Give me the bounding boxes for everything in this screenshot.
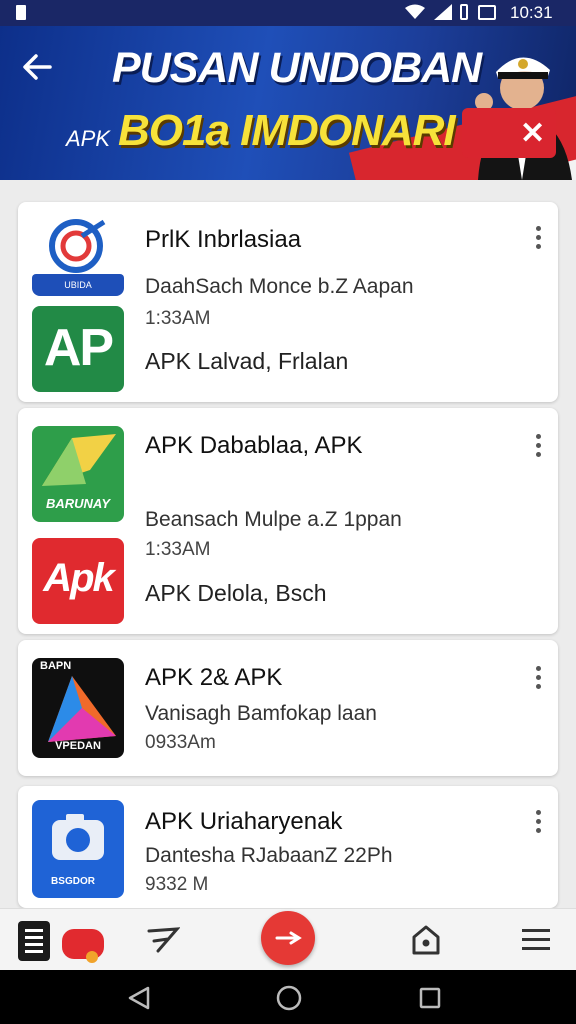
signal-icon: [434, 4, 452, 20]
app-card[interactable]: BSGDOR APK Uriaharyenak Dantesha RJabaan…: [18, 786, 558, 908]
red-app-icon[interactable]: [60, 925, 108, 965]
notification-icon: [16, 5, 26, 20]
banner-subtitle: BO1a IMDONARI: [118, 106, 456, 155]
system-nav-bar: [0, 970, 576, 1024]
app-subtitle: Beansach Mulpe a.Z 1ppan: [145, 508, 402, 531]
more-options-icon[interactable]: [536, 810, 542, 836]
close-ad-button[interactable]: ✕: [462, 108, 556, 158]
nav-recents-icon[interactable]: [418, 986, 442, 1010]
bottom-app-bar: [0, 908, 576, 970]
app-time: 0933Am: [145, 732, 216, 753]
send-icon[interactable]: [146, 925, 180, 955]
app-card[interactable]: UBIDA PrlK Inbrlasiaa DaahSach Monce b.Z…: [18, 202, 558, 402]
app-title: APK Dabablaa, APK: [145, 432, 363, 459]
banner-title: PUSAN UNDOBAN: [112, 44, 482, 92]
icon-caption: BARUNAY: [45, 496, 111, 511]
app-time: 1:33AM: [145, 308, 211, 329]
app-subtitle: APK Delola, Bsch: [145, 580, 327, 606]
app-title: PrlK Inbrlasiaa: [145, 226, 302, 253]
app-subtitle: Vanisagh Bamfokap laan: [145, 702, 377, 725]
banner-subtitle-prefix: APK: [66, 126, 111, 151]
more-options-icon[interactable]: [536, 226, 542, 252]
green-envelope-icon[interactable]: BARUNAY: [32, 426, 124, 522]
icon-text: Apk: [43, 556, 115, 600]
blue-circle-logo-icon[interactable]: UBIDA: [32, 214, 124, 296]
status-bar: 10:31: [0, 0, 576, 26]
battery-icon: [478, 5, 496, 20]
more-options-icon[interactable]: [536, 666, 542, 692]
ap-logo-icon[interactable]: AP: [32, 306, 124, 392]
home-lock-icon[interactable]: [410, 923, 442, 957]
app-time: 9332 M: [145, 874, 209, 895]
status-time: 10:31: [510, 3, 553, 22]
app-title: APK 2& APK: [145, 664, 283, 691]
app-subtitle: APK Lalvad, Frlalan: [145, 348, 349, 374]
icon-text: AP: [43, 319, 114, 377]
back-arrow-icon[interactable]: [20, 50, 54, 84]
wifi-icon: [405, 4, 425, 19]
nav-home-icon[interactable]: [275, 984, 303, 1012]
ad-banner[interactable]: PUSAN UNDOBAN APK BO1a IMDONARI ✕: [0, 26, 576, 180]
list-app-icon[interactable]: [16, 919, 54, 963]
camera-app-icon[interactable]: BSGDOR: [32, 800, 124, 898]
menu-icon[interactable]: [520, 925, 552, 955]
apk-red-logo-icon[interactable]: Apk: [32, 538, 124, 624]
app-subtitle: Dantesha RJabaanZ 22Ph: [145, 844, 393, 867]
more-options-icon[interactable]: [536, 434, 542, 460]
nav-back-icon[interactable]: [126, 985, 152, 1011]
scissors-icon: [275, 931, 302, 945]
app-title: APK Uriaharyenak: [145, 808, 343, 835]
vibrate-icon: [460, 4, 468, 20]
app-card[interactable]: BAPN VPEDAN APK 2& APK Vanisagh Bamfokap…: [18, 640, 558, 776]
close-icon: ✕: [520, 117, 546, 150]
app-subtitle: DaahSach Monce b.Z Aapan: [145, 275, 414, 298]
icon-caption: VPEDAN: [55, 740, 101, 752]
icon-caption: UBIDA: [32, 274, 124, 296]
app-card[interactable]: BARUNAY APK Dabablaa, APK Beansach Mulpe…: [18, 408, 558, 634]
app-time: 1:33AM: [145, 539, 211, 560]
center-action-button[interactable]: [261, 911, 315, 965]
icon-caption: BSGDOR: [51, 876, 95, 887]
play-store-icon[interactable]: BAPN VPEDAN: [32, 658, 124, 758]
